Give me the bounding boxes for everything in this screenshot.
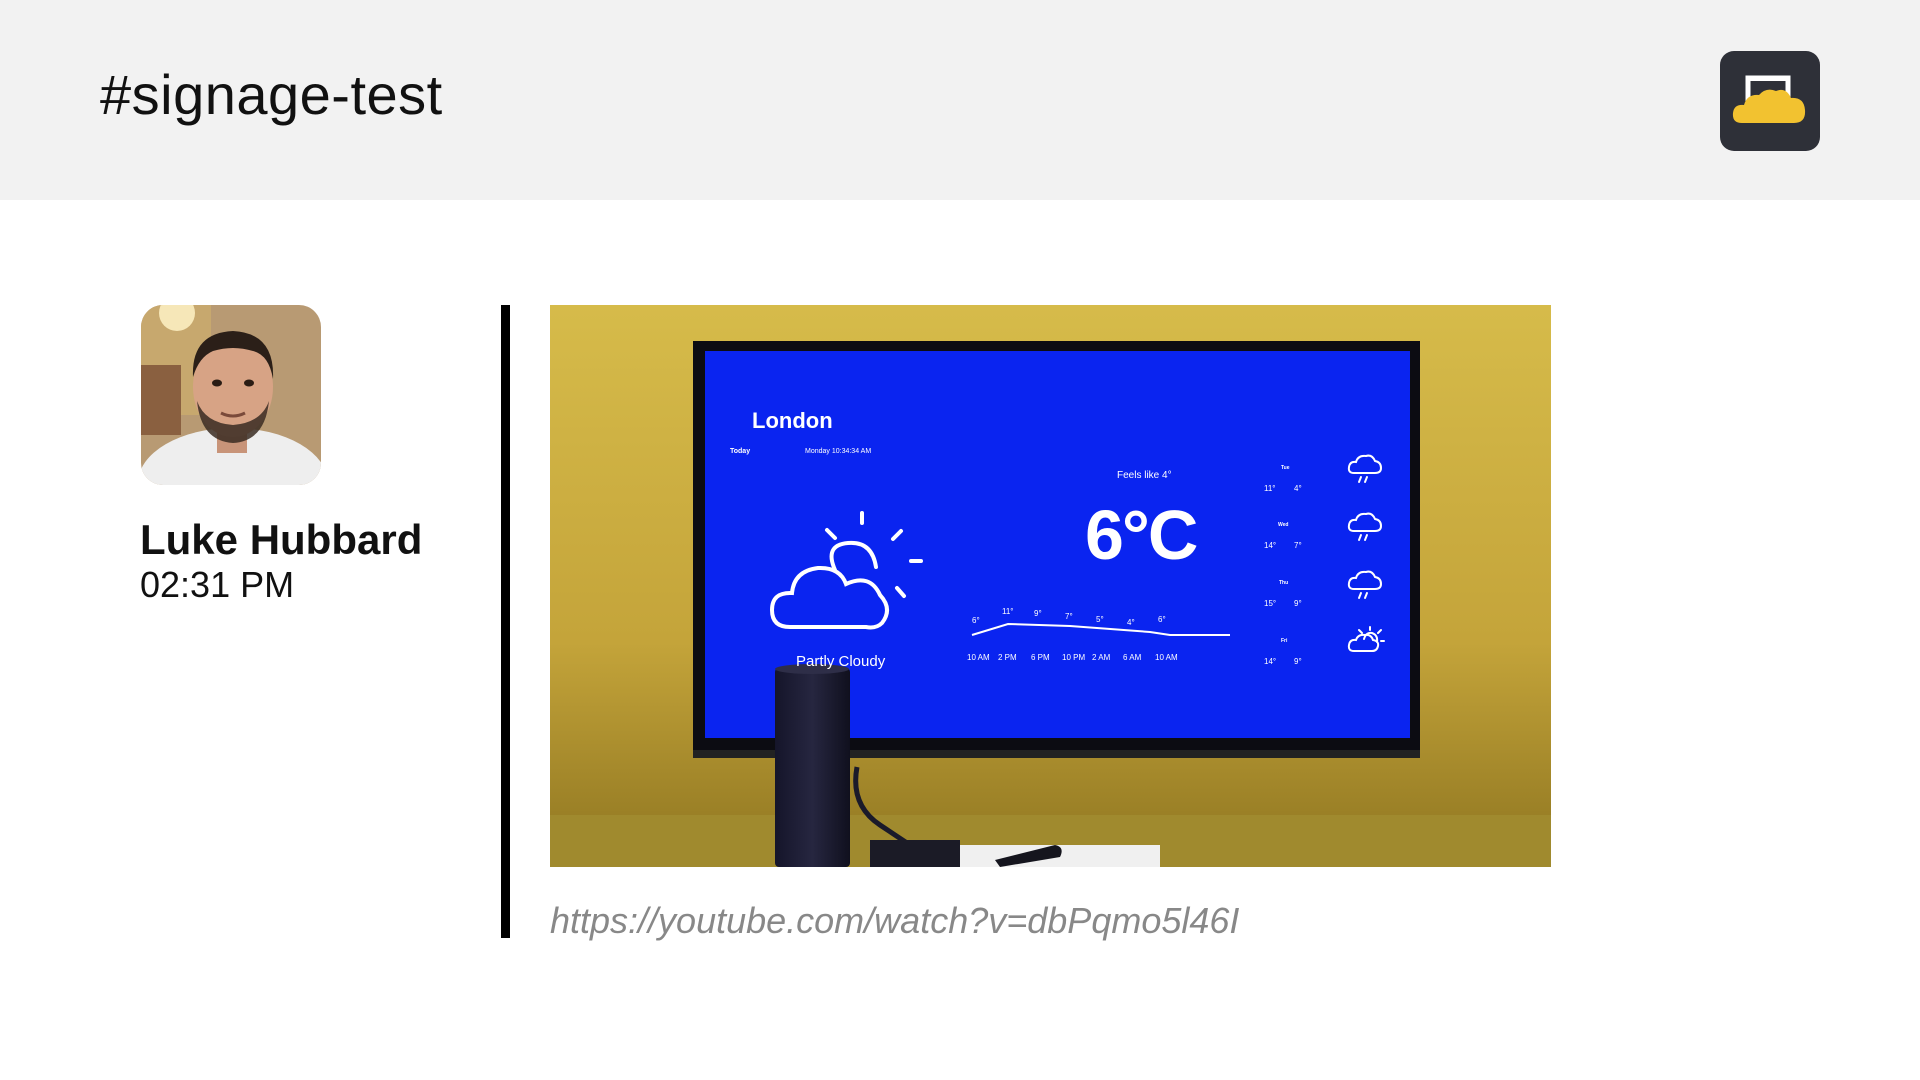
tv-hourly-temp: 4° bbox=[1127, 618, 1135, 627]
avatar[interactable] bbox=[141, 305, 321, 485]
tv-forecast-high: 14° bbox=[1264, 541, 1277, 550]
tv-hourly-temp: 6° bbox=[1158, 615, 1166, 624]
tv-forecast-low: 4° bbox=[1294, 484, 1302, 493]
tv-hourly-time: 2 PM bbox=[998, 653, 1017, 662]
tv-datetime: Monday 10:34:34 AM bbox=[805, 448, 872, 455]
video-link[interactable]: https://youtube.com/watch?v=dbPqmo5l46I bbox=[550, 900, 1239, 942]
tv-hourly-temp: 5° bbox=[1096, 615, 1104, 624]
tv-hourly-temp: 7° bbox=[1065, 612, 1073, 621]
tv-forecast-day: Wed bbox=[1278, 522, 1289, 528]
tv-forecast-low: 7° bbox=[1294, 541, 1302, 550]
tv-hourly-time: 6 AM bbox=[1123, 653, 1142, 662]
tv-forecast-low: 9° bbox=[1294, 599, 1302, 608]
tv-condition: Partly Cloudy bbox=[796, 653, 886, 670]
tv-forecast-high: 14° bbox=[1264, 657, 1277, 666]
tv-forecast-day: Tue bbox=[1281, 465, 1290, 471]
tv-forecast-day: Thu bbox=[1279, 580, 1289, 586]
channel-title: #signage-test bbox=[100, 63, 443, 126]
tv-forecast-high: 15° bbox=[1264, 599, 1277, 608]
tv-hourly-temp: 9° bbox=[1034, 609, 1042, 618]
tv-hourly-time: 6 PM bbox=[1031, 653, 1050, 662]
tv-hourly-time: 10 AM bbox=[967, 653, 990, 662]
message-timestamp[interactable]: 02:31 PM bbox=[140, 564, 294, 606]
tv-forecast-low: 9° bbox=[1294, 657, 1302, 666]
tv-city-label: London bbox=[752, 408, 833, 433]
tv-hourly-time: 10 AM bbox=[1155, 653, 1178, 662]
tv-hourly-temp: 11° bbox=[1002, 607, 1014, 616]
tv-feels-like: Feels like 4° bbox=[1117, 470, 1172, 481]
tv-hourly-temp: 6° bbox=[972, 616, 980, 625]
attachment-quote-bar bbox=[501, 305, 510, 938]
tv-hourly-time: 2 AM bbox=[1092, 653, 1111, 662]
message-author[interactable]: Luke Hubbard bbox=[140, 516, 422, 564]
tv-current-temperature: 6°C bbox=[1085, 496, 1198, 574]
tv-forecast-high: 11° bbox=[1264, 484, 1276, 493]
video-thumbnail[interactable]: London Today Monday 10:34:34 AM Feels li… bbox=[550, 305, 1551, 867]
signage-cloud-logo-icon bbox=[1720, 51, 1820, 151]
tv-hourly-time: 10 PM bbox=[1062, 653, 1086, 662]
tv-today-tab: Today bbox=[730, 448, 751, 455]
channel-header: #signage-test bbox=[0, 0, 1920, 200]
tv-forecast-day: Fri bbox=[1281, 638, 1288, 644]
